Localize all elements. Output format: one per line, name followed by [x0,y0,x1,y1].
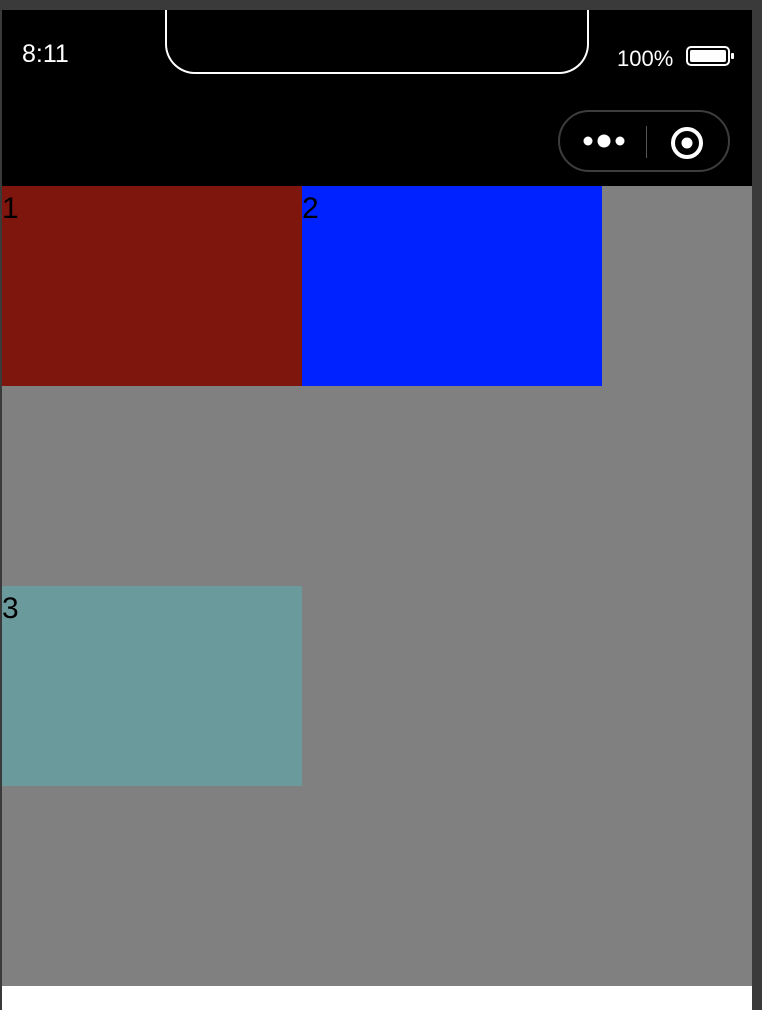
more-dots-icon[interactable] [582,130,628,152]
status-bar: 8:11 100% [2,10,752,186]
block-label-2: 2 [302,192,319,225]
block-label-1: 1 [2,192,19,225]
page-content: 1 2 3 [2,186,752,986]
status-time: 8:11 [22,40,69,68]
device-frame: 8:11 100% 1 2 3 [0,0,762,1010]
block-2: 2 [302,186,602,386]
block-1: 1 [2,186,302,386]
target-circle-icon[interactable] [670,126,704,160]
phone-screen: 8:11 100% 1 2 3 [2,10,752,1010]
block-3: 3 [2,586,302,786]
capsule-divider [646,126,647,158]
mini-program-capsule [558,110,730,172]
bottom-safe-area [2,986,752,1010]
battery-percentage: 100% [617,46,674,71]
block-label-3: 3 [2,592,19,625]
battery-icon [686,46,734,66]
notch [165,10,589,74]
